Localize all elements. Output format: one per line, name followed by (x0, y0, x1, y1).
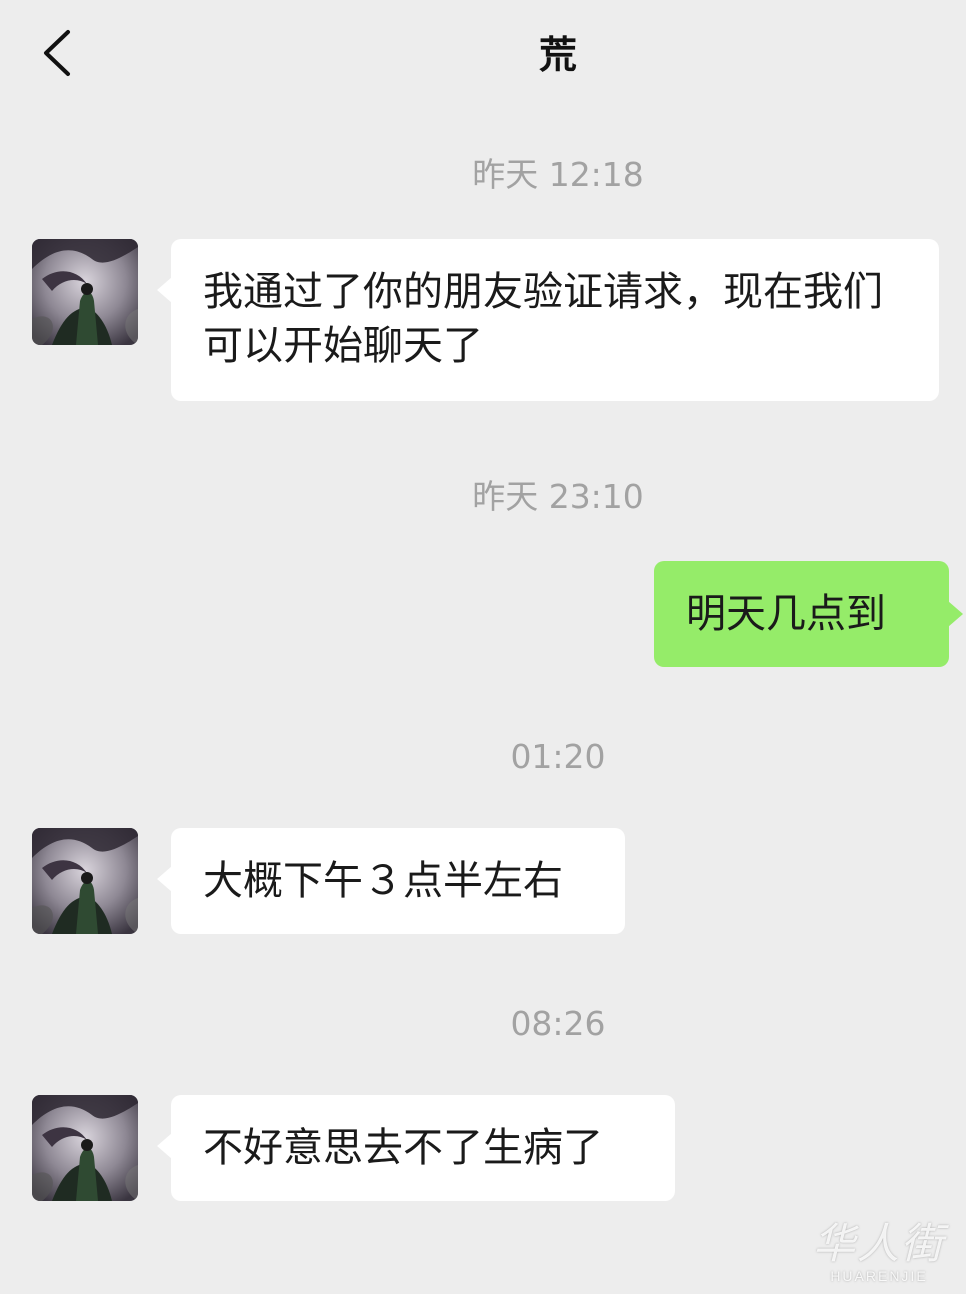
watermark-cn: 华人街 (812, 1219, 945, 1268)
chat-title: 荒 (538, 33, 577, 77)
contact-avatar[interactable] (32, 239, 138, 345)
chat-header: 荒 (0, 0, 966, 110)
message-bubble-received[interactable]: 我通过了你的朋友验证请求，现在我们可以开始聊天了 (157, 239, 939, 401)
message-timestamp: 08:26 (510, 1004, 606, 1043)
contact-avatar[interactable] (32, 828, 138, 934)
message-bubble-received[interactable]: 大概下午３点半左右 (157, 828, 625, 934)
message-bubble-received[interactable]: 不好意思去不了生病了 (157, 1095, 675, 1201)
message-timestamp: 昨天 23:10 (472, 477, 644, 516)
message-timestamp: 昨天 12:18 (472, 155, 644, 194)
message-bubble-sent[interactable]: 明天几点到 (654, 561, 963, 667)
contact-avatar[interactable] (32, 1095, 138, 1201)
message-timestamp: 01:20 (510, 737, 606, 776)
watermark-en: HUARENJIE (830, 1268, 928, 1284)
watermark-logo: 华人街 HUARENJIE (804, 1219, 954, 1285)
